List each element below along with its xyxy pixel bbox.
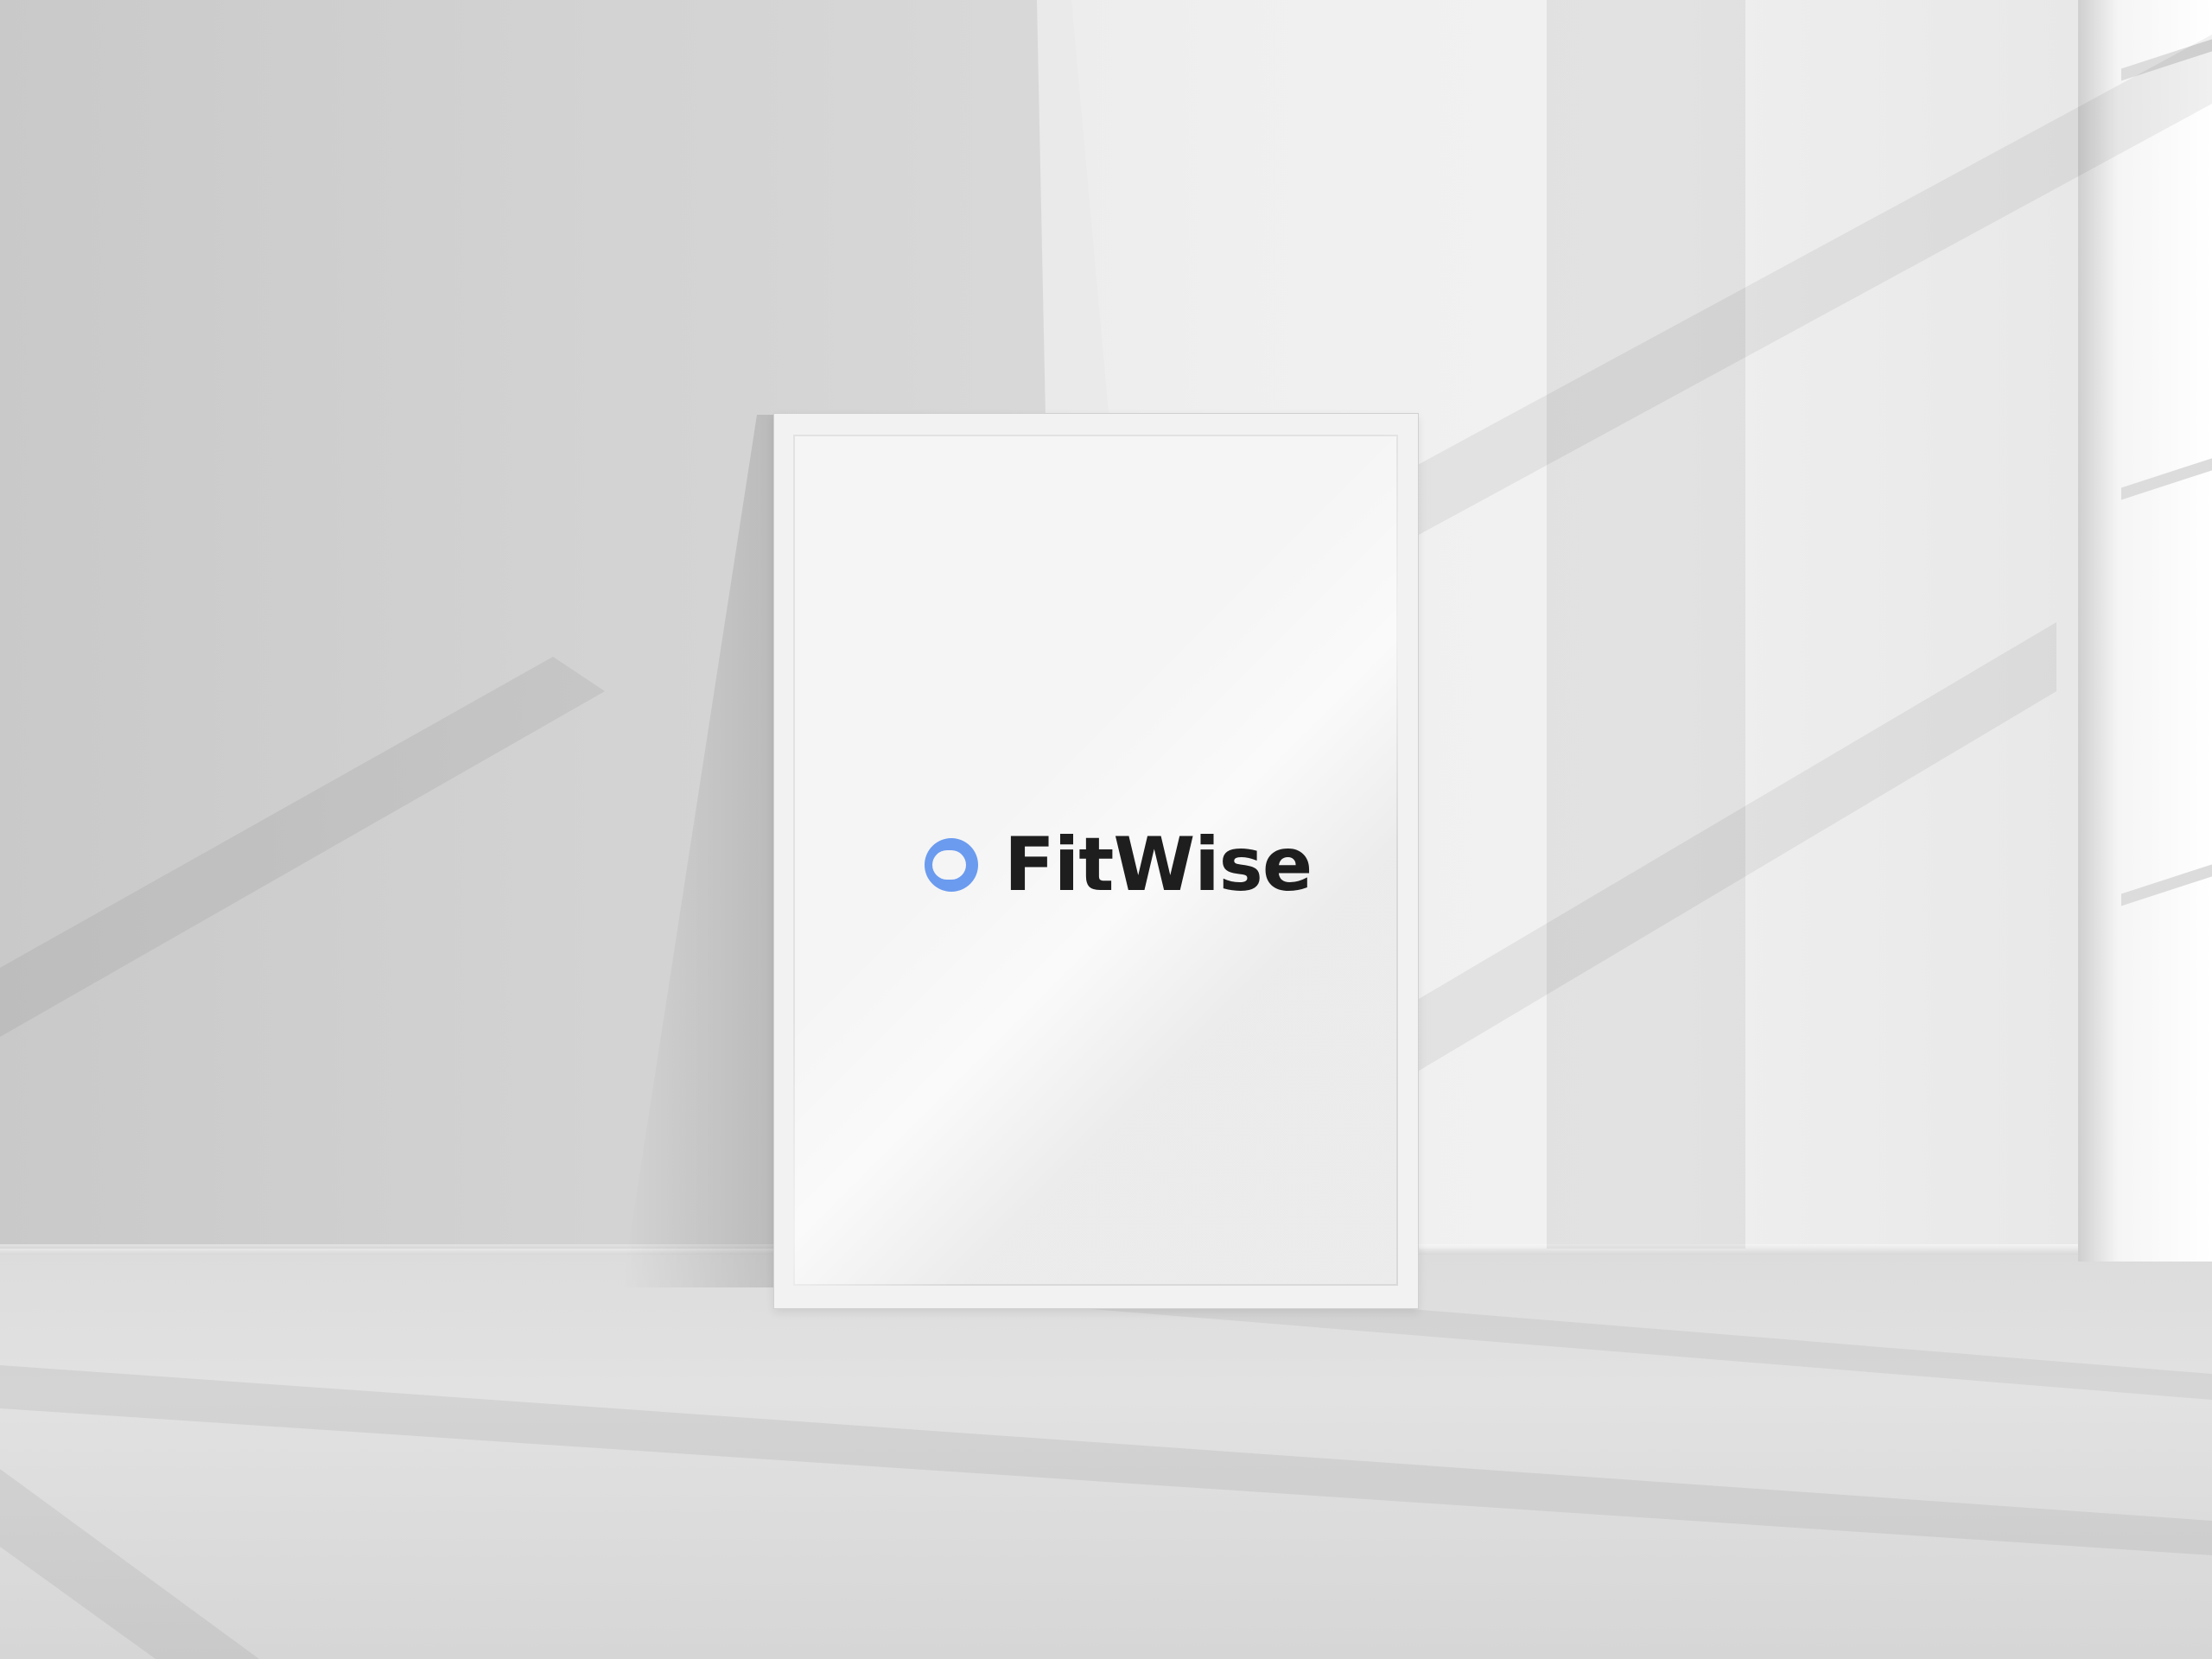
window [2078, 0, 2212, 1262]
floor [0, 1249, 2212, 1659]
brand-wordmark: FitWise [1004, 822, 1313, 908]
brand-logo: FitWise [923, 822, 1313, 908]
blue-circle-logo-icon [925, 838, 978, 892]
room-scene: FitWise [0, 0, 2212, 1659]
poster-frame: FitWise [773, 413, 1419, 1309]
poster: FitWise [793, 435, 1398, 1286]
